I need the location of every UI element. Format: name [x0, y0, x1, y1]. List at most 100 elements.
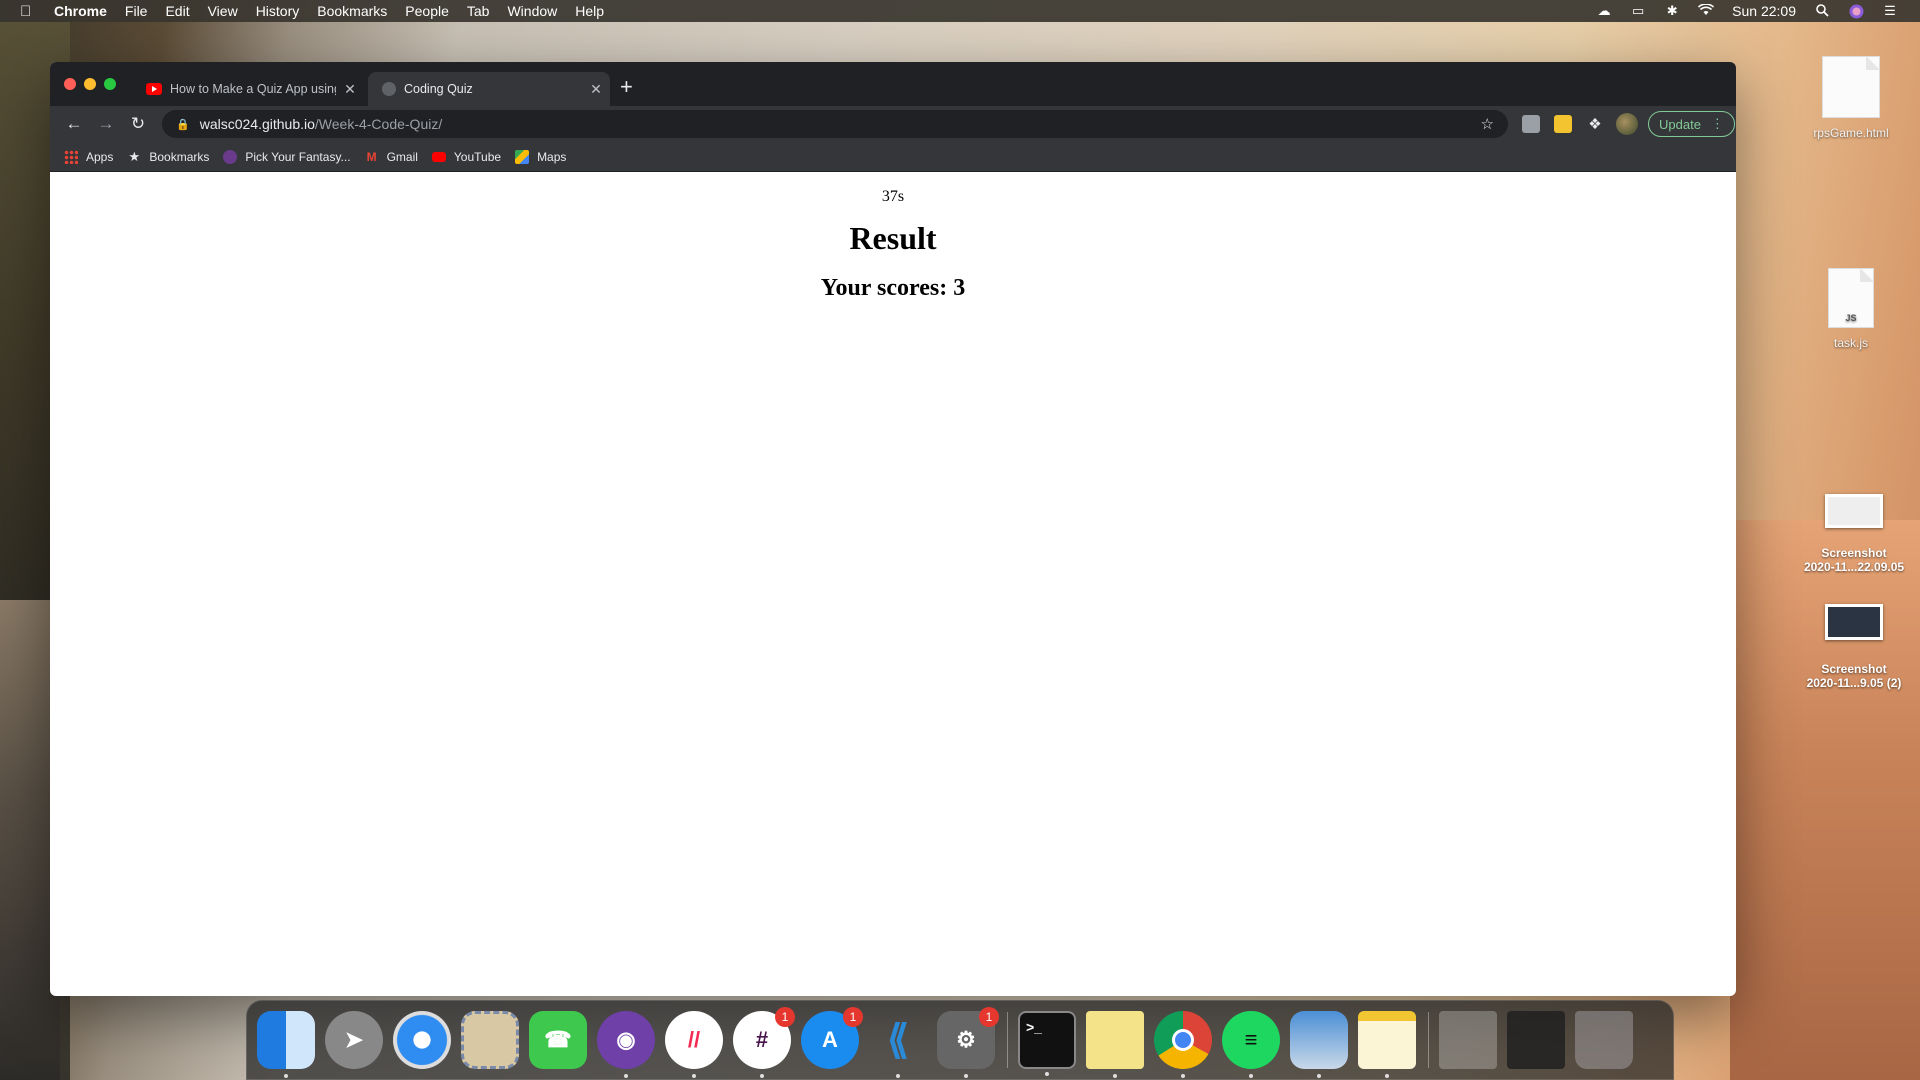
running-indicator	[964, 1074, 968, 1078]
running-indicator	[1181, 1074, 1185, 1078]
menu-tab[interactable]: Tab	[467, 3, 490, 19]
close-window-button[interactable]	[64, 78, 76, 90]
bluetooth-icon[interactable]: ✱	[1664, 4, 1680, 18]
tab-title: Coding Quiz	[404, 82, 473, 96]
running-indicator	[1045, 1072, 1049, 1076]
bookmark-label: Pick Your Fantasy...	[245, 149, 351, 164]
screenshot-thumbnail-icon	[1825, 494, 1883, 528]
extension-icon[interactable]	[1522, 115, 1540, 133]
lock-icon[interactable]: 🔒	[176, 118, 190, 131]
finder-icon[interactable]	[257, 1011, 315, 1078]
menu-clock[interactable]: Sun 22:09	[1732, 3, 1796, 19]
screenshot-thumbnail-icon	[1825, 604, 1883, 640]
running-indicator	[624, 1074, 628, 1078]
bookmark-pick-your-fantasy[interactable]: Pick Your Fantasy...	[223, 149, 351, 164]
vscode-icon[interactable]: ⟪	[869, 1011, 927, 1078]
terminal-icon[interactable]: >_	[1018, 1011, 1076, 1076]
facetime-icon[interactable]: ☎	[529, 1011, 587, 1069]
minimized-window-thumbnail[interactable]	[1439, 1011, 1497, 1069]
minimize-window-button[interactable]	[84, 78, 96, 90]
bookmark-star-icon[interactable]: ☆	[1481, 115, 1494, 133]
slack-icon[interactable]: #1	[733, 1007, 795, 1078]
browser-toolbar: ← → ↻ 🔒 walsc024.github.io/Week-4-Code-Q…	[50, 106, 1736, 142]
compass-icon[interactable]	[393, 1011, 451, 1069]
update-button[interactable]: Update ⋮	[1648, 111, 1735, 137]
siri-icon[interactable]	[1848, 4, 1864, 19]
spotlight-search-icon[interactable]	[1814, 4, 1830, 18]
rocket-icon[interactable]: ➤	[325, 1011, 383, 1069]
downloads-stack-icon[interactable]	[1507, 1011, 1565, 1069]
running-indicator	[1113, 1074, 1117, 1078]
menu-app-name[interactable]: Chrome	[54, 3, 107, 19]
tab-strip: How to Make a Quiz App using ✕ Coding Qu…	[50, 62, 1736, 106]
apple-icon[interactable]: 	[20, 3, 38, 20]
chrome-icon[interactable]	[1154, 1011, 1212, 1078]
zoom-window-button[interactable]	[104, 78, 116, 90]
tab-coding-quiz[interactable]: Coding Quiz ✕	[368, 72, 610, 106]
preview-icon[interactable]	[1290, 1011, 1348, 1078]
menu-window[interactable]: Window	[507, 3, 557, 19]
chrome-center	[1172, 1029, 1194, 1051]
close-tab-icon[interactable]: ✕	[336, 81, 364, 98]
globe-icon	[382, 82, 396, 96]
running-indicator	[692, 1074, 696, 1078]
mail-stamp-icon[interactable]	[461, 1011, 519, 1069]
back-arrow-icon[interactable]: ←	[60, 114, 88, 134]
menu-history[interactable]: History	[256, 3, 300, 19]
profile-avatar[interactable]	[1616, 113, 1638, 135]
maps-icon	[515, 149, 530, 164]
bookmark-gmail[interactable]: M Gmail	[365, 150, 418, 164]
menu-edit[interactable]: Edit	[165, 3, 189, 19]
menu-view[interactable]: View	[208, 3, 238, 19]
menu-help[interactable]: Help	[575, 3, 604, 19]
html-file-icon	[1822, 56, 1880, 118]
fantasy-icon	[223, 149, 238, 164]
more-menu-icon: ⋮	[1710, 116, 1724, 131]
desktop-file-task-js[interactable]: JS task.js	[1798, 268, 1904, 350]
airplay-icon[interactable]: ▭	[1630, 4, 1646, 18]
menu-bar-status: ☁ ▭ ✱ Sun 22:09 ☰	[1596, 3, 1920, 19]
bookmark-youtube[interactable]: YouTube	[431, 150, 501, 164]
score-text: Your scores: 3	[820, 275, 966, 301]
running-indicator	[1385, 1074, 1389, 1078]
gear-icon[interactable]: ⚙ 1	[937, 1007, 999, 1078]
menu-file[interactable]: File	[125, 3, 148, 19]
desktop-file-label-line2: 2020-11...9.05 (2)	[1806, 676, 1902, 690]
notes-icon[interactable]	[1358, 1011, 1416, 1078]
github-icon[interactable]: ◉	[597, 1011, 655, 1078]
address-bar[interactable]: 🔒 walsc024.github.io/Week-4-Code-Quiz/ ☆	[162, 110, 1508, 138]
tab-quiz-video[interactable]: How to Make a Quiz App using ✕	[132, 72, 364, 106]
running-indicator	[284, 1074, 288, 1078]
menu-people[interactable]: People	[405, 3, 449, 19]
trash-icon[interactable]	[1575, 1011, 1633, 1069]
monday-icon[interactable]: //	[665, 1011, 723, 1078]
forward-arrow-icon[interactable]: →	[92, 114, 120, 134]
app-store-icon[interactable]: A1	[801, 1007, 863, 1069]
desktop-screenshot-2[interactable]: Screenshot 2020-11...9.05 (2)	[1790, 604, 1918, 690]
menu-bar:  Chrome File Edit View History Bookmark…	[0, 0, 1920, 22]
reload-icon[interactable]: ↻	[124, 114, 152, 134]
gmail-icon: M	[366, 149, 377, 164]
new-tab-button[interactable]: +	[620, 76, 633, 98]
cloud-icon[interactable]: ☁	[1596, 4, 1612, 18]
wifi-icon[interactable]	[1698, 3, 1715, 18]
bookmark-apps[interactable]: Apps	[64, 149, 113, 164]
close-tab-icon[interactable]: ✕	[582, 81, 610, 98]
desktop-screenshot-1[interactable]: Screenshot 2020-11...22.09.05	[1790, 494, 1918, 574]
notification-badge: 1	[775, 1007, 795, 1027]
dock: ➤ ☎ ◉ // #1 A1 ⟪ ⚙ 1 >_ ≡	[246, 1000, 1674, 1080]
extensions-puzzle-icon[interactable]: ❖	[1586, 115, 1604, 133]
desktop-file-label: task.js	[1833, 336, 1868, 350]
menu-bookmarks[interactable]: Bookmarks	[317, 3, 387, 19]
result-heading: Result	[849, 220, 937, 256]
desktop-file-rpsgame[interactable]: rpsGame.html	[1798, 56, 1904, 140]
bookmark-bookmarks[interactable]: ★ Bookmarks	[127, 149, 210, 164]
youtube-icon	[431, 151, 446, 162]
stickies-icon[interactable]	[1086, 1011, 1144, 1078]
bookmark-label: Gmail	[386, 149, 418, 164]
notification-center-icon[interactable]: ☰	[1882, 4, 1898, 18]
bookmarks-bar: Apps ★ Bookmarks Pick Your Fantasy... M …	[50, 142, 1736, 172]
spotify-icon[interactable]: ≡	[1222, 1011, 1280, 1078]
extension-notes-icon[interactable]	[1554, 115, 1572, 133]
bookmark-maps[interactable]: Maps	[515, 149, 566, 164]
